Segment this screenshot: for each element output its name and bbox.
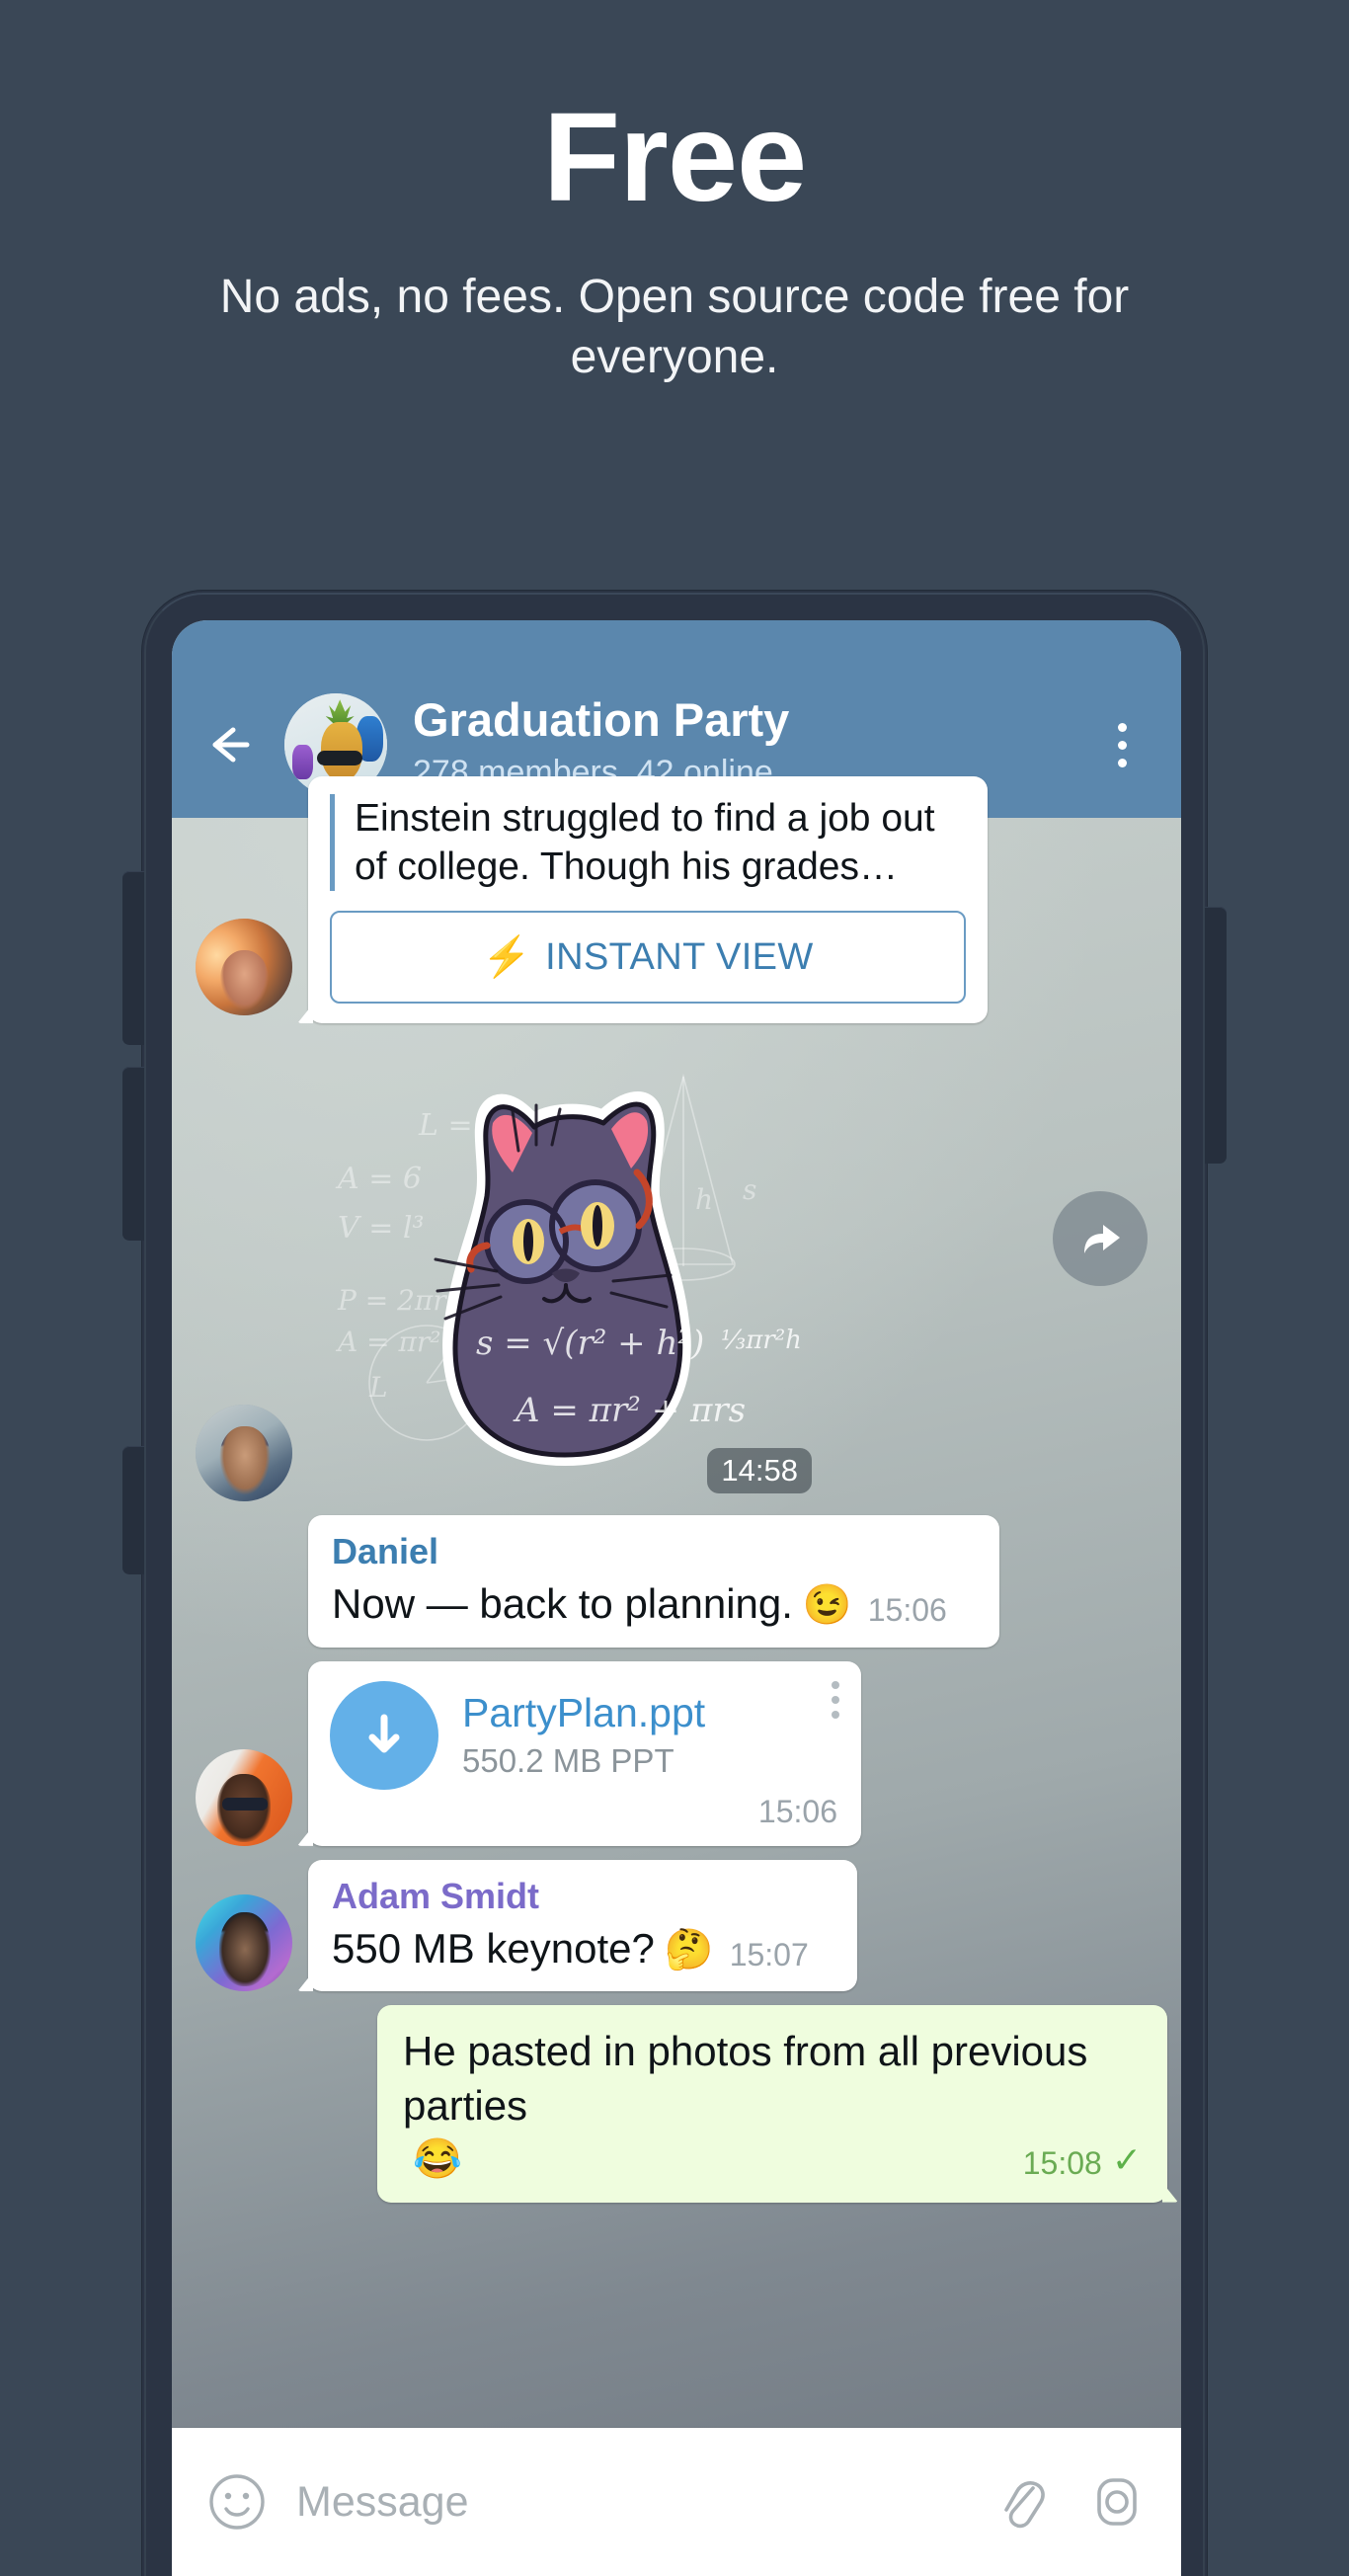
lightning-bolt-icon: ⚡: [482, 935, 532, 980]
beanie-man-avatar: [196, 1894, 292, 1992]
phone-mockup: Graduation Party 278 members, 42 online …: [119, 591, 1230, 2576]
sticker-timestamp: 14:58: [707, 1448, 812, 1494]
math-cat-sticker[interactable]: A = 6 V = l³ P = 2πr A = πr² L = πr θ h …: [308, 1037, 822, 1501]
status-bar: [172, 620, 1181, 672]
avatar[interactable]: [196, 1405, 292, 1502]
paperclip-icon[interactable]: [992, 2471, 1053, 2533]
smiley-icon[interactable]: [205, 2470, 269, 2534]
file-bubble[interactable]: PartyPlan.ppt 550.2 MB PPT 15:06: [308, 1660, 861, 1846]
message-input-bar[interactable]: Message: [172, 2428, 1181, 2576]
formula-text: s = √(r² + h²): [476, 1324, 705, 1364]
sunglasses-man-avatar: [196, 1748, 292, 1846]
formula-text: A = πr² + πrs: [516, 1391, 747, 1431]
message-text-line: He pasted in photos from all previous pa…: [403, 2025, 1142, 2184]
chat-title: Graduation Party: [413, 695, 790, 747]
avatar[interactable]: [196, 1894, 292, 1992]
power-button[interactable]: [1205, 907, 1227, 1164]
message-timestamp: 15:07: [729, 1936, 809, 1972]
kebab-menu-icon[interactable]: [832, 1680, 839, 1719]
message-timestamp: 15:08: [1022, 2145, 1102, 2182]
message-text-line: 550 MB keynote? 🤔 15:07: [332, 1922, 835, 1976]
forward-arrow-icon[interactable]: [1053, 1191, 1148, 1286]
message-text-daniel: Daniel Now — back to planning. 😉 15:06: [172, 1515, 1181, 1648]
single-check-icon: ✓: [1111, 2138, 1142, 2180]
promo-subtitle: No ads, no fees. Open source code free f…: [219, 271, 1130, 384]
message-sender-name: Adam Smidt: [332, 1875, 540, 1916]
outgoing-text-bubble[interactable]: He pasted in photos from all previous pa…: [377, 2005, 1167, 2203]
file-info: PartyPlan.ppt 550.2 MB PPT: [462, 1690, 705, 1780]
message-timestamp: 15:06: [867, 1592, 947, 1629]
avatar[interactable]: [196, 1748, 292, 1846]
formula-text: ⅓πr²h: [721, 1326, 802, 1356]
promo-section: Free No ads, no fees. Open source code f…: [0, 0, 1349, 388]
file-size-type: 550.2 MB PPT: [462, 1742, 674, 1780]
message-text-adam: Adam Smidt 550 MB keynote? 🤔 15:07: [172, 1859, 1181, 1992]
woman-sunset-avatar: [196, 919, 292, 1016]
message-text-line: Now — back to planning. 😉 15:06: [332, 1577, 978, 1632]
link-preview-quote: Einstein struggled to find a job out of …: [330, 794, 966, 892]
camera-icon[interactable]: [1086, 2471, 1148, 2533]
message-file: PartyPlan.ppt 550.2 MB PPT 15:06: [172, 1660, 1181, 1846]
message-text: He pasted in photos from all previous pa…: [403, 2028, 1088, 2130]
file-main-row: PartyPlan.ppt 550.2 MB PPT: [330, 1680, 837, 1790]
text-bubble[interactable]: Adam Smidt 550 MB keynote? 🤔 15:07: [308, 1859, 857, 1992]
input-actions: [992, 2471, 1148, 2533]
chat-message-list[interactable]: Einstein struggled to find a job out of …: [172, 776, 1181, 2576]
message-sticker: A = 6 V = l³ P = 2πr A = πr² L = πr θ h …: [172, 1037, 1181, 1502]
thinking-emoji: 🤔: [664, 1927, 714, 1972]
message-text: 550 MB keynote?: [332, 1924, 655, 1972]
instant-view-label: INSTANT VIEW: [545, 935, 814, 978]
message-link-preview: Einstein struggled to find a job out of …: [172, 776, 1181, 1286]
message-input-placeholder[interactable]: Message: [296, 2478, 992, 2527]
instant-view-button[interactable]: ⚡ INSTANT VIEW: [330, 911, 966, 1005]
link-preview-text: Einstein struggled to find a job out of …: [355, 797, 935, 889]
volume-down-button[interactable]: [122, 1067, 144, 1241]
phone-screen: Graduation Party 278 members, 42 online …: [172, 620, 1181, 2576]
side-button-lower[interactable]: [122, 1446, 144, 1574]
kebab-menu-icon[interactable]: [1092, 722, 1151, 767]
link-preview-bubble[interactable]: Einstein struggled to find a job out of …: [308, 776, 988, 1024]
page-title: Free: [542, 87, 807, 228]
file-name: PartyPlan.ppt: [462, 1690, 706, 1736]
message-text: Now — back to planning.: [332, 1580, 793, 1628]
message-text-outgoing: He pasted in photos from all previous pa…: [172, 2005, 1181, 2203]
back-arrow-icon[interactable]: [201, 716, 259, 773]
text-bubble[interactable]: Daniel Now — back to planning. 😉 15:06: [308, 1515, 999, 1648]
volume-up-button[interactable]: [122, 871, 144, 1045]
avatar[interactable]: [196, 919, 292, 1016]
wink-emoji: 😉: [802, 1583, 852, 1628]
message-sender-name: Daniel: [332, 1531, 439, 1572]
message-timestamp: 15:06: [757, 1793, 837, 1829]
joy-emoji: 😂: [413, 2136, 462, 2181]
download-arrow-icon[interactable]: [330, 1680, 438, 1790]
hoodie-person-avatar: [196, 1405, 292, 1502]
